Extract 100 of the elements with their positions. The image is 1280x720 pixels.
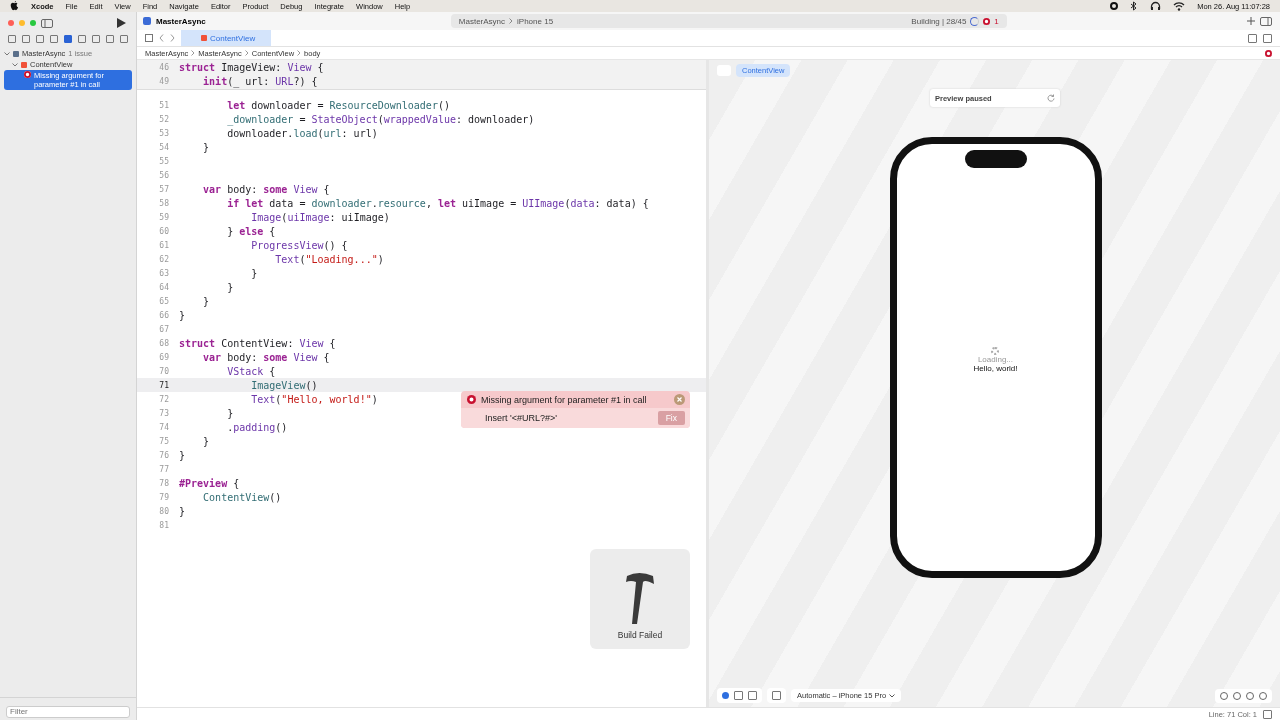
headphones-icon[interactable]: [1150, 1, 1162, 11]
line-number: 68: [158, 338, 170, 348]
swift-file-icon: [21, 61, 27, 68]
line-number: 53: [158, 128, 170, 138]
project-icon: [143, 17, 151, 25]
code-line: }: [202, 141, 210, 153]
code-line: var body: some View {: [202, 351, 330, 363]
error-icon[interactable]: [983, 17, 991, 25]
code-line: }: [226, 407, 234, 419]
error-icon[interactable]: [1265, 49, 1272, 57]
chevron-icon: [244, 50, 249, 56]
line-number: 75: [158, 436, 170, 446]
line-number: 59: [158, 212, 170, 222]
line-number: 46: [158, 62, 170, 72]
loading-label: Loading...: [977, 354, 1014, 364]
destination-selector[interactable]: iPhone 15: [517, 16, 554, 26]
code-line: downloader.load(url: url): [226, 127, 378, 139]
code-line: }: [179, 309, 186, 321]
code-line: }: [226, 281, 234, 293]
code-line: init(_ url: URL?) {: [202, 75, 318, 87]
code-line: let downloader = ResourceDownloader(): [226, 99, 450, 111]
line-number: 64: [158, 282, 170, 292]
code-line: }: [179, 505, 186, 517]
line-number: 78: [158, 478, 170, 488]
line-number: 62: [158, 254, 170, 264]
code-line: }: [202, 435, 210, 447]
project-icon: [13, 50, 19, 57]
live-mode-icon[interactable]: [722, 692, 729, 699]
line-number: 70: [158, 366, 170, 376]
code-line: }: [179, 449, 186, 461]
line-number: 67: [158, 324, 170, 334]
add-icon[interactable]: [1247, 17, 1255, 25]
refresh-icon[interactable]: [1047, 94, 1055, 102]
wifi-icon[interactable]: [1173, 1, 1186, 11]
chevron-icon: [509, 18, 514, 24]
fix-suggestion: Insert '<#URL?#>': [485, 413, 558, 423]
close-icon[interactable]: [674, 394, 685, 405]
code-line: if let data = downloader.resource, let uiImage = UIImage(data: data) {: [226, 197, 649, 209]
code-line: _downloader = StateObject(wrappedValue: downloader): [226, 113, 535, 125]
error-message: Missing argument for parameter #1 in call: [481, 394, 648, 405]
line-number: 57: [158, 184, 170, 194]
line-number: 65: [158, 296, 170, 306]
project-title: MasterAsync: [156, 16, 206, 26]
chevron-down-icon: [889, 693, 896, 698]
forward-icon[interactable]: [170, 34, 175, 42]
line-number: 72: [158, 394, 170, 404]
code-line: ProgressView() {: [250, 239, 348, 251]
status-icon[interactable]: [1110, 2, 1119, 10]
line-number: 66: [158, 310, 170, 320]
line-number: 80: [158, 506, 170, 516]
line-number: 74: [158, 422, 170, 432]
code-line: .padding(): [226, 421, 288, 433]
line-number: 51: [158, 100, 170, 110]
code-line: struct ContentView: View {: [179, 337, 336, 349]
line-number: 76: [158, 450, 170, 460]
line-number: 69: [158, 352, 170, 362]
line-number: 52: [158, 114, 170, 124]
line-number: 49: [158, 76, 170, 86]
line-number: 73: [158, 408, 170, 418]
hello-label: Hello, world!: [973, 363, 1018, 373]
bluetooth-icon[interactable]: [1130, 1, 1139, 11]
line-number: 63: [158, 268, 170, 278]
chevron-icon: [191, 50, 196, 56]
code-line: }: [250, 267, 258, 279]
build-failed-hud: Build Failed: [590, 549, 690, 649]
code-line: VStack {: [226, 365, 276, 377]
run-icon[interactable]: [117, 18, 126, 28]
code-line: Image(uiImage: uiImage): [250, 211, 390, 223]
editor-tab[interactable]: ContentView: [181, 30, 272, 46]
sidebar-toggle-icon[interactable]: [41, 18, 53, 28]
code-line: Text("Loading..."): [274, 253, 384, 265]
line-number: 55: [158, 156, 170, 166]
filter-field[interactable]: Filter: [6, 705, 130, 718]
line-number: 71: [158, 380, 170, 390]
code-line: var body: some View {: [202, 183, 330, 195]
code-line: }: [202, 295, 210, 307]
error-icon: [467, 395, 476, 404]
line-number: 54: [158, 142, 170, 152]
chevron-icon: [297, 50, 302, 56]
scheme-selector[interactable]: MasterAsync: [458, 16, 506, 26]
close-button[interactable]: [8, 20, 14, 26]
dynamic-island: [964, 150, 1027, 168]
back-icon[interactable]: [159, 34, 164, 42]
hammer-icon: [623, 570, 657, 626]
code-line: #Preview {: [179, 477, 240, 489]
line-number: 56: [158, 170, 170, 180]
line-number: 81: [158, 520, 170, 530]
build-status: Building | 28/45: [911, 16, 967, 26]
apple-logo-icon[interactable]: [10, 1, 19, 11]
line-number: 77: [158, 464, 170, 474]
progress-spinner-icon: [991, 346, 1000, 355]
code-line: ImageView(): [250, 379, 318, 391]
code-line: Text("Hello, world!"): [250, 393, 378, 405]
error-count[interactable]: 1: [994, 16, 999, 26]
line-number: 79: [158, 492, 170, 502]
line-number: 58: [158, 198, 170, 208]
code-line: struct ImageView: View {: [179, 61, 324, 73]
line-number: 61: [158, 240, 170, 250]
error-icon: [24, 71, 31, 78]
inspector-toggle-icon[interactable]: [1260, 16, 1272, 26]
